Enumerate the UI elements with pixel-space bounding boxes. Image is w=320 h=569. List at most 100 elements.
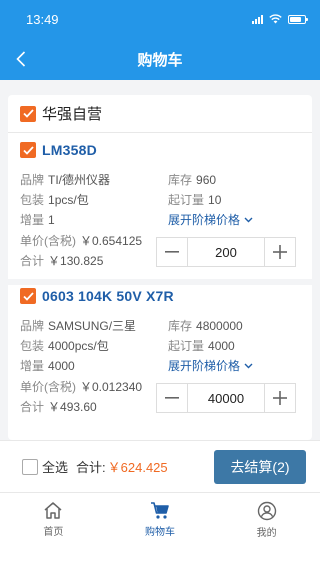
stock-field: 库存 4800000 (168, 317, 243, 334)
product-name[interactable]: 0603 104K 50V X7R (42, 288, 174, 304)
unit-price-label: 单价(含税) (20, 380, 76, 394)
store-row: 华强自营 (8, 95, 312, 133)
tier-price-label: 展开阶梯价格 (168, 359, 241, 373)
increment-label: 增量 (20, 359, 45, 373)
package-value: 4000pcs/包 (48, 339, 109, 353)
increment-field: 增量 4000 (20, 357, 75, 374)
decrement-button[interactable] (157, 238, 187, 266)
brand-field: 品牌 TI/德州仪器 (20, 171, 110, 188)
cart-icon (151, 502, 169, 519)
unit-price-field: 单价(含税) ￥0.012340 (20, 378, 142, 395)
stock-field: 库存 960 (168, 171, 216, 188)
moq-field: 起订量 10 (168, 191, 221, 208)
brand-value: SAMSUNG/三星 (48, 319, 137, 333)
stock-label: 库存 (168, 319, 193, 333)
chevron-left-icon (16, 51, 26, 67)
tab-profile[interactable]: 我的 (213, 493, 320, 542)
select-all-label[interactable]: 全选 (42, 457, 68, 476)
product-title-row: 0603 104K 50V X7R (20, 279, 300, 313)
page-title: 购物车 (137, 51, 183, 69)
moq-value: 4000 (208, 339, 235, 353)
cart-card: 华强自营 LM358D 品牌 TI/德州仪器 库存 960 包装 1pcs/包 起订量… (8, 95, 312, 440)
wifi-icon (269, 14, 282, 24)
tab-profile-label: 我的 (256, 528, 277, 539)
minus-icon (165, 397, 179, 399)
battery-icon (288, 14, 308, 24)
bottom-safe-area (0, 542, 320, 569)
moq-field: 起订量 4000 (168, 337, 235, 354)
subtotal-field: 合计 ￥493.60 (20, 398, 97, 415)
store-name: 华强自营 (42, 106, 103, 123)
back-button[interactable] (16, 49, 36, 69)
subtotal-label: 合计 (20, 400, 45, 414)
tab-cart-label: 购物车 (145, 527, 175, 538)
app-header: 13:49 购物车 (0, 0, 320, 80)
stock-value: 4800000 (196, 319, 243, 333)
tier-price-label: 展开阶梯价格 (168, 213, 241, 227)
plus-icon (273, 245, 287, 259)
increment-field: 增量 1 (20, 211, 55, 228)
cart-item: 0603 104K 50V X7R 品牌 SAMSUNG/三星 库存 4800000… (8, 279, 312, 429)
stock-value: 960 (196, 173, 217, 187)
unit-price-value: ￥0.012340 (80, 380, 143, 394)
moq-value: 10 (208, 193, 222, 207)
nav-bar: 购物车 (0, 38, 320, 80)
checkout-bar: 全选 合计: ￥624.425 去结算(2) (0, 440, 320, 492)
total-value: ￥624.425 (107, 460, 168, 475)
package-label: 包装 (20, 339, 45, 353)
package-label: 包装 (20, 193, 45, 207)
tab-bar: 首页 购物车 我的 (0, 492, 320, 542)
checkout-button[interactable]: 去结算(2) (214, 450, 306, 484)
tab-home-label: 首页 (43, 527, 64, 538)
quantity-stepper: 200 (156, 237, 296, 267)
select-all-checkbox[interactable] (22, 458, 38, 475)
profile-icon (257, 501, 276, 521)
brand-field: 品牌 SAMSUNG/三星 (20, 317, 136, 334)
total-label: 合计: (76, 460, 106, 475)
moq-label: 起订量 (168, 339, 205, 353)
check-icon (22, 145, 34, 155)
check-icon (22, 291, 34, 301)
increment-button[interactable] (265, 384, 295, 412)
item-checkbox[interactable] (20, 142, 36, 158)
brand-label: 品牌 (20, 319, 45, 333)
store-checkbox[interactable] (20, 105, 36, 122)
status-bar: 13:49 (0, 0, 320, 38)
tab-cart[interactable]: 购物车 (107, 493, 214, 542)
subtotal-label: 合计 (20, 254, 45, 268)
increment-label: 增量 (20, 213, 45, 227)
status-icons (252, 14, 308, 24)
unit-price-field: 单价(含税) ￥0.654125 (20, 232, 142, 249)
tier-price-link[interactable]: 展开阶梯价格 (168, 357, 253, 374)
subtotal-value: ￥493.60 (48, 400, 97, 414)
increment-button[interactable] (265, 238, 295, 266)
product-title-row: LM358D (20, 133, 300, 167)
subtotal-value: ￥130.825 (48, 254, 104, 268)
brand-value: TI/德州仪器 (48, 173, 111, 187)
package-value: 1pcs/包 (48, 193, 89, 207)
brand-label: 品牌 (20, 173, 45, 187)
quantity-input[interactable]: 200 (187, 238, 265, 266)
moq-label: 起订量 (168, 193, 205, 207)
check-icon (22, 109, 34, 118)
home-icon (44, 502, 62, 519)
increment-value: 1 (48, 213, 55, 227)
plus-icon (273, 391, 287, 405)
stock-label: 库存 (168, 173, 193, 187)
tier-price-link[interactable]: 展开阶梯价格 (168, 211, 253, 228)
package-field: 包装 1pcs/包 (20, 191, 89, 208)
item-checkbox[interactable] (20, 288, 36, 304)
signal-icon (252, 14, 263, 24)
chevron-down-icon (244, 217, 253, 222)
minus-icon (165, 251, 179, 253)
unit-price-value: ￥0.654125 (80, 234, 143, 248)
cart-item: LM358D 品牌 TI/德州仪器 库存 960 包装 1pcs/包 起订量 10 增量… (8, 133, 312, 279)
tab-home[interactable]: 首页 (0, 493, 107, 542)
decrement-button[interactable] (157, 384, 187, 412)
quantity-input[interactable]: 40000 (187, 384, 265, 412)
package-field: 包装 4000pcs/包 (20, 337, 109, 354)
unit-price-label: 单价(含税) (20, 234, 76, 248)
product-name[interactable]: LM358D (42, 142, 97, 158)
status-time: 13:49 (26, 11, 59, 27)
chevron-down-icon (244, 363, 253, 368)
